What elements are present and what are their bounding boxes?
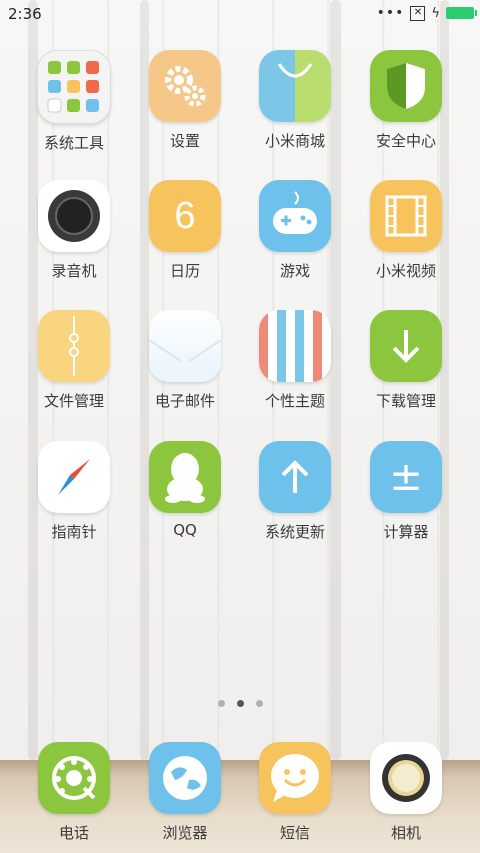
status-time: 2:36 <box>8 5 42 23</box>
smiley-message-icon <box>259 742 331 814</box>
shopping-bag-icon <box>259 50 331 122</box>
compass-icon <box>38 441 110 513</box>
app-label: 日历 <box>169 262 200 280</box>
gear-icon <box>149 50 221 122</box>
page-dot-active <box>236 700 244 707</box>
update-arrow-icon <box>259 441 331 513</box>
calculator-symbol: ± <box>389 454 423 500</box>
globe-icon <box>149 742 221 814</box>
app-mi-store[interactable]: 小米商城 <box>240 50 350 151</box>
app-compass[interactable]: 指南针 <box>19 441 129 542</box>
camera-lens-icon <box>370 742 442 814</box>
app-label: 电话 <box>58 824 89 842</box>
dock-phone[interactable]: 电话 <box>19 742 129 843</box>
app-label: 系统工具 <box>43 134 104 152</box>
app-label: 指南针 <box>51 523 97 541</box>
app-calculator[interactable]: ± 计算器 <box>351 441 461 542</box>
app-system-tools[interactable]: 系统工具 <box>19 50 129 153</box>
app-qq[interactable]: QQ <box>130 441 240 539</box>
dock-messages[interactable]: 短信 <box>240 742 350 843</box>
app-system-update[interactable]: 系统更新 <box>240 441 350 542</box>
penguin-icon <box>149 441 221 513</box>
app-label: QQ <box>173 521 197 539</box>
app-label: 下载管理 <box>375 392 436 410</box>
app-email[interactable]: 电子邮件 <box>130 310 240 411</box>
app-calendar[interactable]: 6 日历 <box>130 180 240 281</box>
calendar-icon: 6 <box>149 180 221 252</box>
app-label: 文件管理 <box>43 392 104 410</box>
download-arrow-icon <box>370 310 442 382</box>
dock-browser[interactable]: 浏览器 <box>130 742 240 843</box>
app-label: 计算器 <box>383 523 429 541</box>
folder-icon <box>37 50 111 124</box>
battery-icon <box>446 7 477 19</box>
app-security-center[interactable]: 安全中心 <box>351 50 461 151</box>
app-recorder[interactable]: 录音机 <box>19 180 129 281</box>
page-dot <box>217 700 225 707</box>
shield-icon <box>370 50 442 122</box>
app-mi-video[interactable]: 小米视频 <box>351 180 461 281</box>
no-sim-icon: ✕ <box>410 5 426 21</box>
page-indicator[interactable] <box>0 700 480 707</box>
app-label: 录音机 <box>51 262 97 280</box>
charging-icon: ϟ <box>431 5 440 21</box>
app-label: 小米视频 <box>375 262 436 280</box>
calculator-icon: ± <box>370 441 442 513</box>
app-label: 游戏 <box>279 262 310 280</box>
recorder-icon <box>38 180 110 252</box>
gamepad-icon <box>259 180 331 252</box>
app-themes[interactable]: 个性主题 <box>240 310 350 411</box>
app-label: 个性主题 <box>264 392 325 410</box>
app-download-manager[interactable]: 下载管理 <box>351 310 461 411</box>
app-label: 小米商城 <box>264 132 325 150</box>
app-label: 电子邮件 <box>154 392 215 410</box>
envelope-icon <box>149 310 221 382</box>
app-games[interactable]: 游戏 <box>240 180 350 281</box>
app-label: 设置 <box>169 132 200 150</box>
status-bar: 2:36 ••• ✕ ϟ <box>0 0 480 28</box>
film-icon <box>370 180 442 252</box>
rotary-phone-icon <box>38 742 110 814</box>
app-label: 系统更新 <box>264 523 325 541</box>
app-label: 浏览器 <box>162 824 208 842</box>
dock-camera[interactable]: 相机 <box>351 742 461 843</box>
app-settings[interactable]: 设置 <box>130 50 240 151</box>
file-folder-icon <box>38 310 110 382</box>
app-label: 安全中心 <box>375 132 436 150</box>
theme-stripes-icon <box>259 310 331 382</box>
page-dot <box>255 700 263 707</box>
app-label: 短信 <box>279 824 310 842</box>
app-label: 相机 <box>390 824 421 842</box>
calendar-day: 6 <box>174 194 196 237</box>
more-notifications-icon: ••• <box>376 5 405 21</box>
app-file-manager[interactable]: 文件管理 <box>19 310 129 411</box>
